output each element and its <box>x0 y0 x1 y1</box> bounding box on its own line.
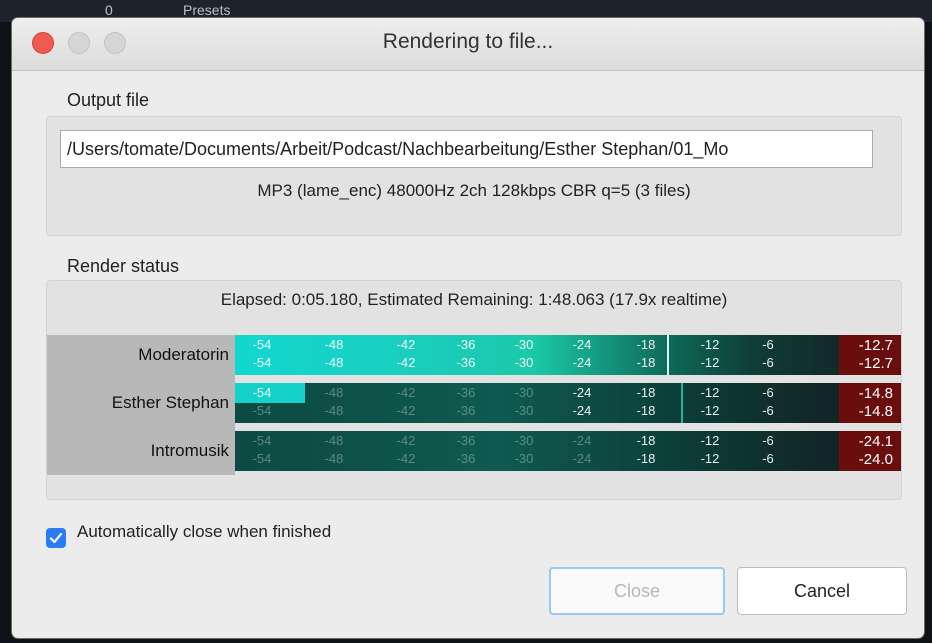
track-name-esther-stephan: Esther Stephan <box>111 393 229 412</box>
tick-label: -6 <box>762 451 774 466</box>
peak-right-value: -12.7 <box>858 355 893 372</box>
meter-moderatorin: -54 -54 -48 -48 -42 -42 -36 -36 -30 -30 … <box>235 335 901 375</box>
peak-left-value: -24.1 <box>858 433 893 450</box>
auto-close-label[interactable]: Automatically close when finished <box>77 522 331 542</box>
tick-label: -54 <box>252 451 272 466</box>
peak-right-value: -14.8 <box>858 403 893 420</box>
tick-label: -6 <box>762 337 774 352</box>
peak-hold-marker <box>681 383 683 423</box>
tick-label: -36 <box>456 385 476 400</box>
peak-left-value: -12.7 <box>858 337 893 354</box>
tick-label: -48 <box>324 385 344 400</box>
format-info: MP3 (lame_enc) 48000Hz 2ch 128kbps CBR q… <box>257 181 691 200</box>
tick-label: -18 <box>636 433 656 448</box>
render-status-group-label: Render status <box>67 256 180 276</box>
tick-label: -18 <box>636 355 656 370</box>
tick-label: -54 <box>252 355 272 370</box>
tick-label: -30 <box>514 355 534 370</box>
tick-label: -12 <box>700 385 720 400</box>
tick-label: -6 <box>762 433 774 448</box>
tick-label: -18 <box>636 337 656 352</box>
output-path-input[interactable] <box>60 130 873 168</box>
tick-label: -24 <box>572 355 592 370</box>
tick-label: -48 <box>324 451 344 466</box>
tick-label: -36 <box>456 451 476 466</box>
tick-label: -24 <box>572 337 592 352</box>
peak-hold-marker <box>667 335 669 375</box>
tick-label: -30 <box>514 451 534 466</box>
tick-label: -6 <box>762 403 774 418</box>
peak-left-value: -14.8 <box>858 385 893 402</box>
elapsed-info: Elapsed: 0:05.180, Estimated Remaining: … <box>220 290 728 309</box>
tick-label: -54 <box>252 403 272 418</box>
track-name-intromusik: Intromusik <box>150 441 229 460</box>
tick-label: -30 <box>514 385 534 400</box>
tick-label: -12 <box>700 433 720 448</box>
tick-label: -48 <box>324 433 344 448</box>
tick-label: -48 <box>324 403 344 418</box>
tick-label: -42 <box>396 355 416 370</box>
tick-label: -54 <box>252 337 272 352</box>
meter-intromusik: -54 -54 -48 -48 -42 -42 -36 -36 -30 -30 … <box>235 431 901 471</box>
peak-right-value: -24.0 <box>858 451 893 468</box>
tick-label: -24 <box>572 385 592 400</box>
tick-label: -54 <box>252 433 272 448</box>
track-label-column: Moderatorin Esther Stephan Intromusik <box>47 335 235 475</box>
tick-label: -36 <box>456 355 476 370</box>
auto-close-checkbox[interactable] <box>46 528 66 548</box>
close-button[interactable]: Close <box>549 567 725 615</box>
tick-label: -6 <box>762 385 774 400</box>
tick-label: -54 <box>252 385 272 400</box>
tick-label: -42 <box>396 403 416 418</box>
tick-label: -12 <box>700 337 720 352</box>
tick-label: -18 <box>636 451 656 466</box>
tick-label: -30 <box>514 337 534 352</box>
tick-label: -18 <box>636 403 656 418</box>
tick-label: -36 <box>456 337 476 352</box>
tick-label: -30 <box>514 403 534 418</box>
tick-label: -30 <box>514 433 534 448</box>
tick-label: -42 <box>396 385 416 400</box>
tick-label: -12 <box>700 355 720 370</box>
title-bar: Rendering to file... <box>12 18 924 71</box>
tick-label: -12 <box>700 403 720 418</box>
tick-label: -24 <box>572 433 592 448</box>
tick-label: -42 <box>396 451 416 466</box>
tick-label: -36 <box>456 433 476 448</box>
tick-label: -18 <box>636 385 656 400</box>
peak-value-box: -12.7 -12.7 <box>839 335 901 375</box>
tick-label: -12 <box>700 451 720 466</box>
output-file-group-label: Output file <box>67 90 150 110</box>
tick-label: -24 <box>572 403 592 418</box>
checkmark-icon <box>49 532 63 544</box>
tick-label: -24 <box>572 451 592 466</box>
tick-label: -42 <box>396 337 416 352</box>
peak-value-box: -14.8 -14.8 <box>839 383 901 423</box>
tick-label: -48 <box>324 337 344 352</box>
background-label: 0 <box>105 2 113 18</box>
render-dialog: Rendering to file... Output file MP3 (la… <box>12 18 924 638</box>
tick-label: -42 <box>396 433 416 448</box>
tick-label: -6 <box>762 355 774 370</box>
tick-label: -48 <box>324 355 344 370</box>
background-label-presets: Presets <box>183 2 231 18</box>
meter-esther-stephan: -54 -54 -48 -48 -42 -42 -36 -36 -30 -30 … <box>235 383 901 423</box>
tick-label: -36 <box>456 403 476 418</box>
peak-value-box: -24.1 -24.0 <box>839 431 901 471</box>
level-meters: Moderatorin Esther Stephan Intromusik -5… <box>47 335 901 475</box>
dialog-title: Rendering to file... <box>382 30 554 53</box>
cancel-button[interactable]: Cancel <box>737 567 907 615</box>
track-name-moderatorin: Moderatorin <box>138 345 229 364</box>
